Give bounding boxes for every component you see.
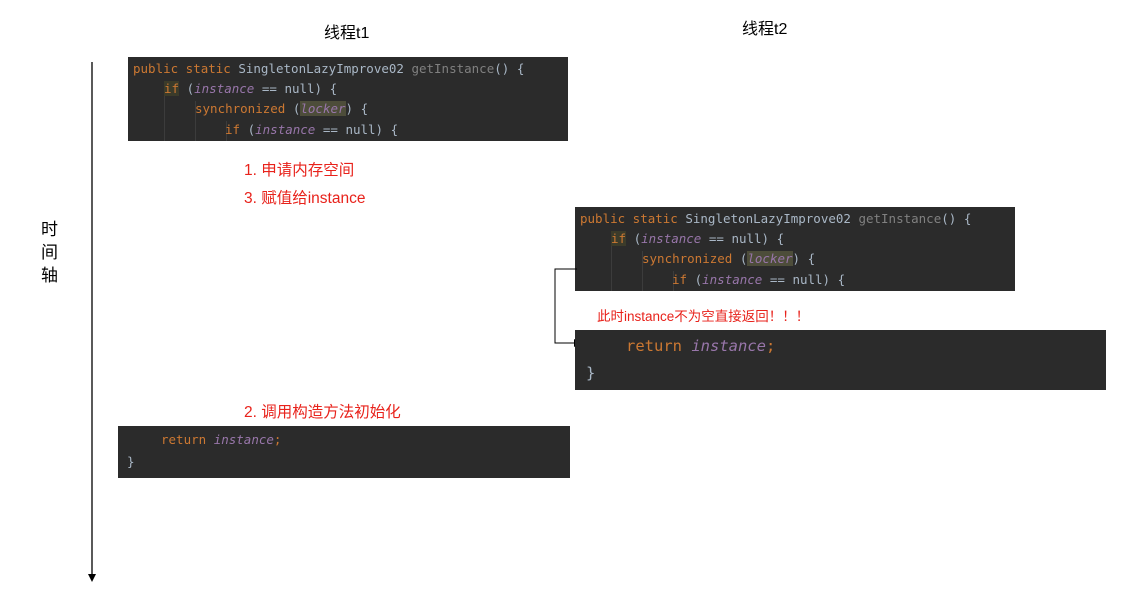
t1-code-block: public static SingletonLazyImprove02 get… — [128, 57, 568, 141]
t2-return-note: 此时instance不为空直接返回！！！ — [597, 309, 810, 324]
t1-return-block: return instance; } — [118, 426, 570, 478]
axis-label-char-3: 轴 — [41, 266, 58, 285]
t2-return-block: return instance; } — [575, 330, 1106, 390]
t2-code-line-4: if (instance == null) { — [672, 272, 846, 287]
t1-step-2-construct: 2. 调用构造方法初始化 — [244, 404, 401, 421]
axis-label-char-2: 间 — [41, 243, 58, 262]
t2-code-line-2: if (instance == null) { — [611, 231, 785, 246]
t1-step-3-assign: 3. 赋值给instance — [244, 190, 366, 207]
t2-return-line: return instance; — [626, 337, 776, 355]
t1-return-brace: } — [127, 454, 135, 469]
t2-code-line-1: public static SingletonLazyImprove02 get… — [580, 211, 972, 226]
axis-label-char-1: 时 — [41, 220, 58, 239]
t1-return-line: return instance; — [161, 432, 282, 447]
t2-code-line-3: synchronized (locker) { — [642, 251, 816, 266]
t2-code-block: public static SingletonLazyImprove02 get… — [575, 207, 1015, 291]
t1-code-line-2: if (instance == null) { — [164, 81, 338, 96]
t1-step-1-allocate: 1. 申请内存空间 — [244, 162, 355, 179]
t1-code-line-4: if (instance == null) { — [225, 122, 399, 137]
t1-code-line-3: synchronized (locker) { — [195, 101, 369, 116]
t1-code-line-1: public static SingletonLazyImprove02 get… — [133, 61, 525, 76]
timeline-axis-arrowhead — [88, 574, 96, 582]
t2-return-brace: } — [586, 364, 596, 382]
timeline-axis — [88, 62, 96, 582]
t2-jump-arrow-line — [554, 268, 577, 344]
thread-t1-label: 线程t1 — [324, 25, 370, 42]
thread-t2-label: 线程t2 — [742, 21, 788, 38]
